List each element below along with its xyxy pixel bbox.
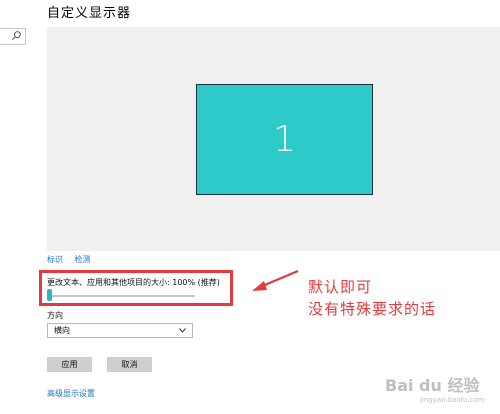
display-preview-area: 1 bbox=[47, 27, 500, 251]
annotation-line-2: 没有特殊要求的话 bbox=[308, 300, 437, 318]
scale-slider-thumb[interactable] bbox=[47, 289, 52, 301]
chevron-down-icon bbox=[179, 328, 186, 333]
cancel-button[interactable]: 取消 bbox=[107, 357, 152, 372]
monitor-tile[interactable]: 1 bbox=[196, 84, 373, 195]
annotation-line-1: 默认即可 bbox=[308, 278, 373, 296]
scale-slider-track[interactable] bbox=[47, 295, 195, 297]
orientation-value: 横向 bbox=[54, 326, 70, 335]
scale-highlight-box bbox=[39, 270, 233, 306]
preview-links: 标识 检测 bbox=[47, 254, 100, 265]
orientation-label: 方向 bbox=[47, 311, 63, 320]
watermark-url: jingyan.baidu.com bbox=[420, 396, 485, 404]
apply-button[interactable]: 应用 bbox=[47, 357, 92, 372]
search-box[interactable] bbox=[0, 28, 26, 45]
orientation-dropdown[interactable]: 横向 bbox=[47, 323, 193, 338]
monitor-number: 1 bbox=[273, 119, 296, 160]
identify-link[interactable]: 标识 bbox=[47, 255, 63, 264]
detect-link[interactable]: 检测 bbox=[75, 255, 91, 264]
display-settings-page: 自定义显示器 1 标识 检测 更改文本、应用和其他项目的大小: 100% (推荐… bbox=[0, 0, 500, 414]
page-title: 自定义显示器 bbox=[47, 6, 132, 21]
search-icon bbox=[12, 31, 21, 40]
baidu-jingyan-watermark: Bai du 经验 bbox=[385, 376, 480, 395]
annotation-arrow bbox=[252, 269, 299, 291]
advanced-display-settings-link[interactable]: 高级显示设置 bbox=[47, 388, 95, 399]
scale-label: 更改文本、应用和其他项目的大小: 100% (推荐) bbox=[47, 278, 220, 287]
